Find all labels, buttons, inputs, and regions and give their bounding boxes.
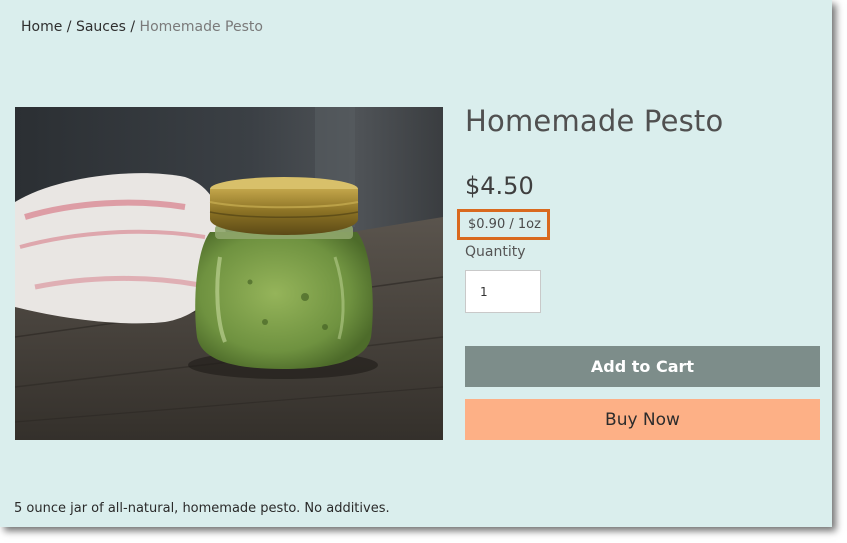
unit-price-highlighted: $0.90 / 1oz (457, 209, 550, 240)
buy-now-button[interactable]: Buy Now (465, 399, 820, 440)
breadcrumb: Home / Sauces / Homemade Pesto (21, 19, 263, 35)
product-image (15, 107, 443, 440)
quantity-input[interactable] (465, 270, 541, 313)
breadcrumb-sauces-link[interactable]: Sauces (76, 19, 126, 35)
product-price: $4.50 (465, 172, 534, 200)
quantity-label: Quantity (465, 244, 526, 260)
pesto-jar-photo (15, 107, 443, 440)
breadcrumb-home-link[interactable]: Home (21, 19, 62, 35)
breadcrumb-current: Homemade Pesto (139, 19, 263, 35)
product-title: Homemade Pesto (465, 104, 724, 138)
product-description: 5 ounce jar of all-natural, homemade pes… (14, 501, 390, 516)
product-page: Home / Sauces / Homemade Pesto Homemade … (0, 0, 832, 527)
breadcrumb-separator: / (66, 19, 72, 35)
add-to-cart-button[interactable]: Add to Cart (465, 346, 820, 387)
breadcrumb-separator: / (130, 19, 136, 35)
